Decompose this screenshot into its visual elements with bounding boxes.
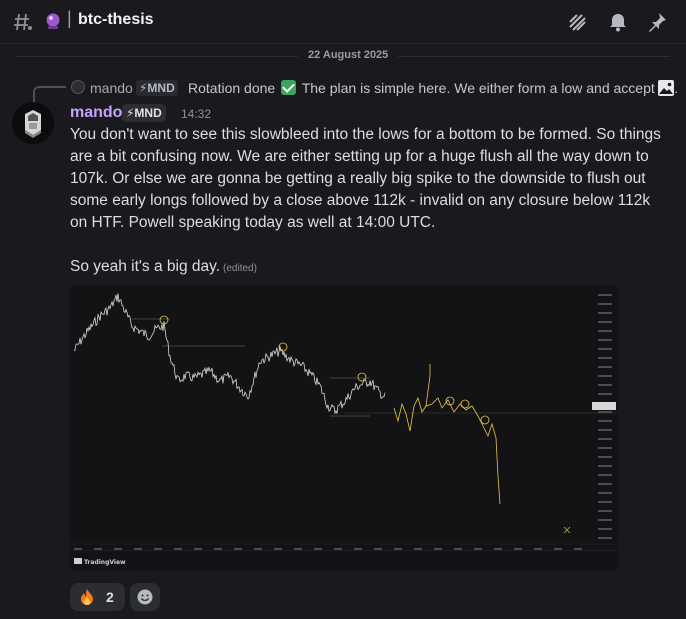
message-line-2-text: So yeah it's a big day. [70, 258, 221, 275]
avatar[interactable] [12, 102, 54, 144]
reaction-fire[interactable]: 2 [70, 583, 125, 611]
image-attachment-icon[interactable] [657, 79, 675, 97]
fire-emoji-icon [81, 589, 93, 605]
role-tag: ⚡MND [122, 104, 166, 122]
robot-avatar-icon [12, 102, 54, 144]
crystal-ball-icon [46, 13, 60, 29]
reply-preview-text[interactable]: Rotation done The plan is simple here. W… [188, 80, 678, 96]
reply-role-tag: ⚡MND [136, 80, 178, 96]
watermark-text: TradingView [84, 559, 126, 566]
add-reaction-icon [137, 589, 153, 605]
check-mark-icon [281, 80, 297, 95]
reply-avatar[interactable] [71, 80, 85, 94]
reaction-count: 2 [106, 589, 114, 605]
channel-name: btc-thesis [78, 11, 154, 28]
reply-author[interactable]: mando [90, 80, 133, 96]
message-body: You don't want to see this slowbleed int… [70, 126, 661, 231]
message-author[interactable]: mando [70, 104, 122, 122]
bell-icon[interactable] [607, 11, 629, 33]
threads-icon[interactable] [566, 11, 588, 33]
reply-text-after: The plan is simple here. We either form … [301, 80, 679, 96]
threads-hash-icon[interactable] [12, 11, 34, 33]
message-timestamp[interactable]: 14:32 [181, 107, 211, 121]
pin-icon[interactable] [646, 11, 668, 33]
message-line-2: So yeah it's a big day. (edited) [70, 258, 257, 276]
reply-text-before: Rotation done [188, 80, 276, 96]
chart-image: TradingView [70, 286, 618, 570]
channel-header: | btc-thesis [0, 0, 686, 44]
date-divider-label: 22 August 2025 [298, 49, 399, 61]
chart-image-attachment[interactable]: TradingView [70, 286, 618, 570]
edited-label: (edited) [223, 263, 257, 274]
add-reaction-button[interactable] [130, 583, 160, 611]
reply-connector [33, 86, 66, 102]
header-separator: | [67, 8, 72, 28]
